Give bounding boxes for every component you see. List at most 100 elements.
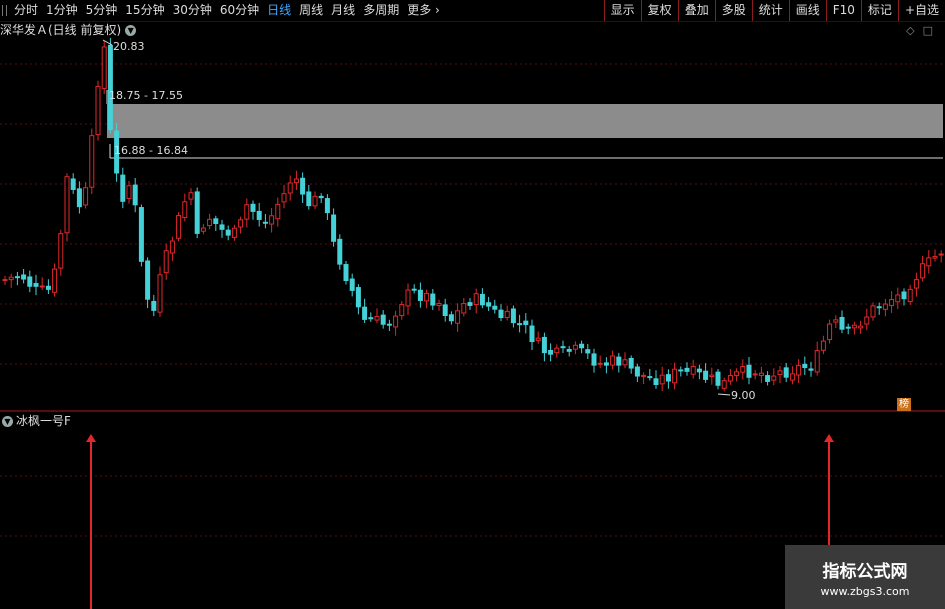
candle-body [628,357,634,369]
candle-body [789,373,795,381]
candle-body [64,176,70,234]
candle-body [498,309,504,319]
candle-body [709,374,715,377]
candle-body [634,366,640,377]
candle-body [665,374,671,382]
candle-body [27,276,33,287]
candle-body [771,375,777,381]
candle-body [473,293,479,306]
candle-body [597,362,603,365]
candle-body [89,135,95,188]
buy-arrow-1 [86,434,96,609]
candle-body [145,260,151,300]
candle-body [585,349,591,354]
candle-body [21,274,27,280]
gap-upper-label: 18.75 - 17.55 [109,89,183,102]
candle-body [758,372,764,376]
candle-body [920,263,926,279]
candle-body [572,344,578,350]
gap-lower-label: 16.88 - 16.84 [114,144,188,157]
candle-body [399,304,405,317]
candle-body [132,184,138,206]
candle-body [151,300,157,311]
candle-body [870,305,876,318]
high-price-label: 20.83 [113,40,145,53]
candle-body [455,310,461,324]
candle-body [225,229,231,236]
candle-body [442,304,448,316]
candle-body [318,195,324,199]
candle-body [76,188,82,208]
candle-body [58,233,64,269]
candle-body [696,368,702,373]
candle-body [120,174,126,202]
candle-body [14,276,20,279]
candle-body [616,356,622,366]
candle-body [603,362,609,366]
candle-body [765,375,771,382]
candle-body [238,219,244,228]
candle-body [287,182,293,194]
watermark: 指标公式网 www.zbgs3.com [785,545,945,609]
candle-body [560,346,566,349]
candle-body [324,198,330,214]
candle-body [157,274,163,313]
low-pointer [717,393,731,396]
candle-body [808,368,814,371]
candle-body [901,291,907,300]
price-gap-band [107,104,943,138]
candle-body [579,343,585,349]
candle-body [188,192,194,200]
candle-body [566,348,572,352]
candle-body [510,308,516,324]
candle-body [194,191,200,234]
candle-body [126,185,132,199]
candle-body [796,365,802,376]
candle-body [814,350,820,373]
candle-body [95,85,101,136]
candle-body [727,375,733,382]
candle-body [591,353,597,366]
candle-body [529,325,535,343]
candle-body [548,349,554,355]
candle-body [368,317,374,320]
candle-body [107,44,113,130]
watermark-title: 指标公式网 [822,562,908,582]
candle-body [293,178,299,184]
candle-body [430,293,436,306]
candle-body [622,359,628,366]
candle-body [52,268,58,293]
candle-body [858,325,864,329]
candle-body [752,373,758,376]
candle-body [845,326,851,329]
ranking-badge[interactable]: 榜 [897,398,911,411]
candle-body [839,316,845,330]
candle-body [163,250,169,274]
candle-body [83,187,89,206]
candle-body [207,218,213,227]
candle-body [33,283,39,287]
candle-body [913,279,919,289]
candle-body [715,371,721,386]
candle-body [380,314,386,325]
candle-body [467,302,473,306]
candle-body [684,367,690,372]
candle-body [740,365,746,373]
chevron-down-icon[interactable]: ▼ [2,415,13,427]
candle-body [541,336,547,354]
candle-body [517,323,523,326]
candle-body [851,324,857,329]
candle-body [827,323,833,341]
candle-body [39,285,45,288]
low-price-label: 9.00 [731,389,756,402]
candle-body [362,306,368,320]
candle-body [864,316,870,325]
candle-body [393,315,399,328]
candle-body [231,227,237,238]
candle-body [312,195,318,207]
candle-body [882,303,888,310]
candle-body [907,288,913,303]
candle-body [653,378,659,386]
candle-body [889,299,895,307]
candle-body [672,368,678,384]
